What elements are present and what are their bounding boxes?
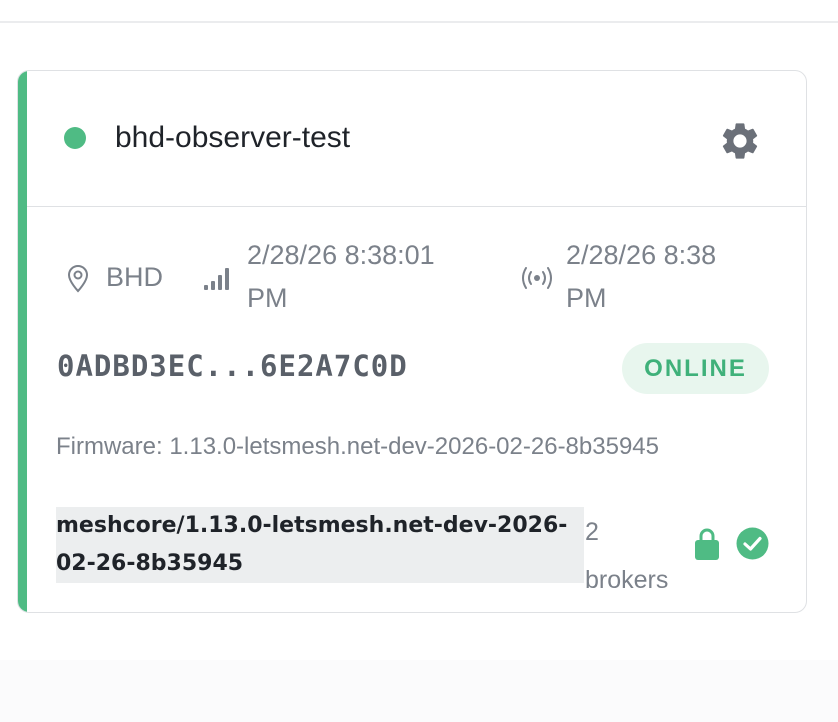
last-broadcast-time: 2/28/26 8:38 PM xyxy=(566,240,717,313)
settings-button[interactable] xyxy=(718,119,762,163)
node-public-key[interactable]: 0ADBD3EC...6E2A7C0D xyxy=(57,349,408,383)
node-card[interactable]: bhd-observer-test BHD 2/28/26 8:38:01 PM xyxy=(17,70,807,613)
lock-icon xyxy=(695,528,719,560)
status-dot xyxy=(64,127,86,149)
gear-icon xyxy=(722,123,758,159)
broadcast-icon xyxy=(522,267,552,289)
broker-count: 2 brokers xyxy=(585,518,669,594)
client-version-line-2: 02-26-8b35945 xyxy=(56,551,244,576)
top-divider xyxy=(0,21,838,23)
bottom-band xyxy=(0,660,838,722)
status-badge: ONLINE xyxy=(622,343,769,394)
location-label: BHD xyxy=(106,262,164,292)
last-seen-time: 2/28/26 8:38:01 PM xyxy=(247,240,435,313)
node-name: bhd-observer-test xyxy=(115,121,351,154)
firmware-label: Firmware: 1.13.0-letsmesh.net-dev-2026-0… xyxy=(56,433,659,460)
check-circle-icon xyxy=(736,527,769,560)
status-accent-bar xyxy=(18,71,27,612)
signal-bars-icon xyxy=(204,268,229,290)
map-pin-icon xyxy=(67,264,89,293)
card-header: bhd-observer-test xyxy=(27,71,806,207)
client-version-line-1: meshcore/1.13.0-letsmesh.net-dev-2026- xyxy=(56,513,568,538)
meta-row: BHD 2/28/26 8:38:01 PM 2/28/26 8:38 PM xyxy=(27,236,806,326)
client-version-string[interactable]: meshcore/1.13.0-letsmesh.net-dev-2026- 0… xyxy=(56,507,584,583)
